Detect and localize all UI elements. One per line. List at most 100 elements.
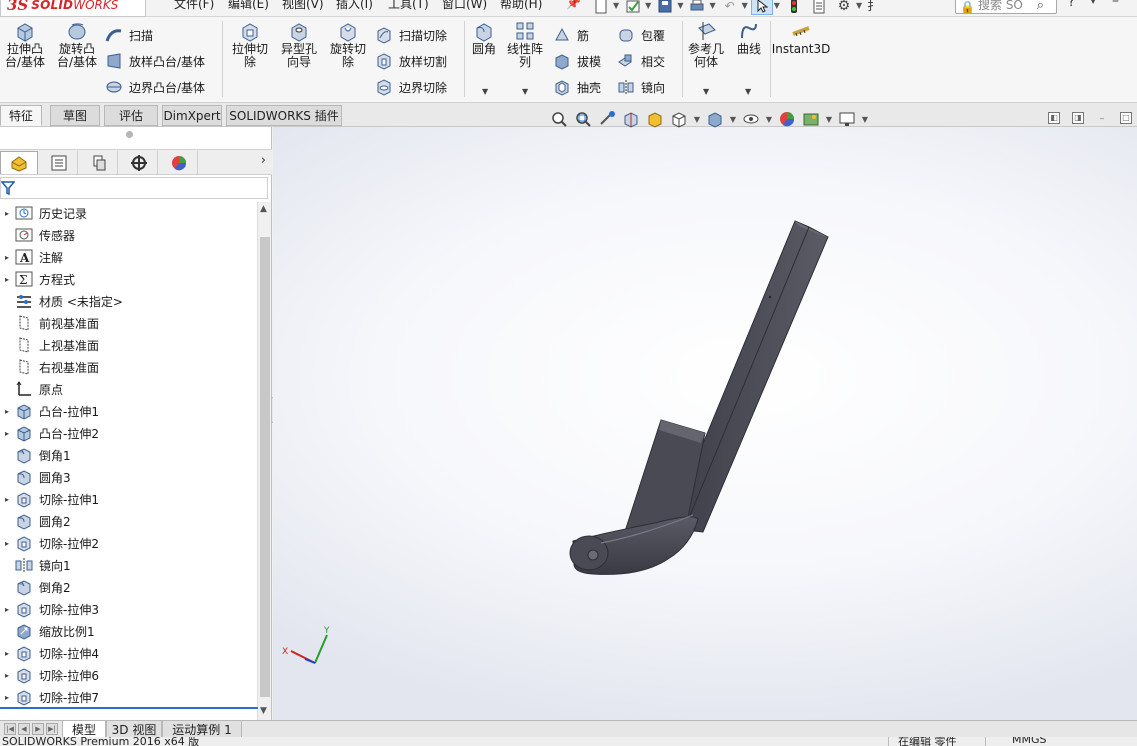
feature-tree-item[interactable]: 倒角2 bbox=[0, 576, 258, 598]
expand-arrow-icon[interactable]: ▸ bbox=[0, 495, 14, 504]
extrude-cut-button[interactable]: 拉伸切除 bbox=[228, 20, 272, 69]
revolve-cut-button[interactable]: 旋转切除 bbox=[326, 20, 370, 69]
save-icon[interactable] bbox=[654, 0, 676, 15]
scroll-up-icon[interactable]: ▲ bbox=[260, 204, 267, 214]
tab-evaluate[interactable]: 评估 bbox=[104, 105, 158, 126]
new-document-icon[interactable] bbox=[590, 0, 612, 15]
help-button[interactable]: ? bbox=[1068, 0, 1075, 10]
tile-pane-icon[interactable]: ◨ bbox=[1072, 112, 1084, 124]
wrap-button[interactable]: 包覆 bbox=[616, 25, 665, 45]
previous-tab-icon[interactable]: ◀ bbox=[18, 723, 30, 735]
menu-help[interactable]: 帮助(H) bbox=[500, 0, 542, 12]
menu-edit[interactable]: 编辑(E) bbox=[228, 0, 269, 12]
scroll-down-icon[interactable]: ▼ bbox=[260, 706, 267, 716]
minimize-pane-icon[interactable]: _ bbox=[1096, 111, 1108, 124]
boundary-cut-button[interactable]: 边界切除 bbox=[374, 77, 447, 97]
boundary-boss-button[interactable]: 边界凸台/基体 bbox=[104, 77, 205, 97]
chevron-down-icon[interactable]: ▼ bbox=[677, 1, 683, 10]
feature-tree-item[interactable]: ▸ 切除-拉伸3 bbox=[0, 598, 258, 620]
chevron-down-icon[interactable]: ▼ bbox=[764, 115, 774, 124]
rebuild-icon[interactable] bbox=[783, 0, 805, 15]
feature-tree-item[interactable]: 右视基准面 bbox=[0, 356, 258, 378]
expand-arrow-icon[interactable]: ▸ bbox=[0, 649, 14, 658]
feature-tree-scrollbar[interactable]: ▲ ▼ bbox=[257, 202, 271, 720]
curves-button[interactable]: 曲线 bbox=[732, 20, 766, 56]
tab-sketch[interactable]: 草图 bbox=[50, 105, 100, 126]
feature-manager-tab-icon[interactable] bbox=[0, 151, 38, 174]
previous-view-icon[interactable] bbox=[596, 109, 618, 129]
tab-model[interactable]: 模型 bbox=[62, 721, 106, 738]
swept-cut-button[interactable]: 扫描切除 bbox=[374, 25, 447, 45]
feature-tree-filter[interactable] bbox=[0, 177, 268, 199]
loft-boss-button[interactable]: 放样凸台/基体 bbox=[104, 51, 205, 71]
feature-tree-item[interactable]: ▸ Σ 方程式 bbox=[0, 268, 258, 290]
next-tab-icon[interactable]: ▶ bbox=[32, 723, 44, 735]
revolve-boss-button[interactable]: 旋转凸台/基体 bbox=[53, 20, 101, 69]
select-pointer-icon[interactable] bbox=[750, 0, 773, 15]
tab-solidworks-addins[interactable]: SOLIDWORKS 插件 bbox=[226, 105, 342, 126]
file-properties-icon[interactable] bbox=[808, 0, 830, 15]
dynamic-annotation-icon[interactable] bbox=[644, 109, 666, 129]
expand-arrow-icon[interactable]: ▸ bbox=[0, 693, 14, 702]
view-orientation-icon[interactable] bbox=[668, 109, 690, 129]
expand-arrow-icon[interactable]: ▸ bbox=[0, 429, 14, 438]
panel-grip-handle[interactable] bbox=[126, 131, 133, 138]
expand-arrow-icon[interactable]: ▸ bbox=[0, 253, 14, 262]
chevron-down-icon[interactable]: ▼ bbox=[745, 87, 751, 96]
view-settings-icon[interactable] bbox=[836, 109, 858, 129]
chevron-down-icon[interactable]: ▼ bbox=[1090, 0, 1096, 5]
graphics-area[interactable]: Y X bbox=[273, 127, 1137, 721]
menu-view[interactable]: 视图(V) bbox=[282, 0, 324, 12]
chevron-down-icon[interactable]: ▼ bbox=[709, 1, 715, 10]
display-manager-tab-icon[interactable] bbox=[160, 151, 198, 174]
chevron-down-icon[interactable]: ▼ bbox=[742, 1, 748, 10]
expand-arrow-icon[interactable]: ▸ bbox=[0, 407, 14, 416]
dimxpert-manager-tab-icon[interactable] bbox=[120, 151, 158, 174]
feature-tree-item[interactable]: 镜向1 bbox=[0, 554, 258, 576]
chevron-down-icon[interactable]: ▼ bbox=[860, 115, 870, 124]
rib-button[interactable]: 筋 bbox=[552, 25, 589, 45]
feature-tree-item[interactable]: ▸ 切除-拉伸2 bbox=[0, 532, 258, 554]
print-icon[interactable] bbox=[686, 0, 708, 15]
hole-wizard-button[interactable]: 异型孔向导 bbox=[277, 20, 321, 69]
pin-icon[interactable]: 📌 bbox=[566, 0, 581, 10]
menu-window[interactable]: 窗口(W) bbox=[442, 0, 487, 12]
scrollbar-thumb[interactable] bbox=[260, 237, 270, 697]
instant3d-button[interactable]: Instant3D bbox=[772, 20, 830, 56]
property-manager-tab-icon[interactable] bbox=[40, 151, 78, 174]
search-input[interactable]: 🔒 搜索 SO ⌕ bbox=[955, 0, 1057, 14]
chevron-right-icon[interactable]: › bbox=[261, 153, 266, 168]
minimize-icon[interactable]: – bbox=[1112, 0, 1119, 9]
linear-pattern-button[interactable]: 线性阵列 bbox=[504, 20, 546, 69]
menu-tools[interactable]: 工具(T) bbox=[388, 0, 429, 12]
open-document-icon[interactable] bbox=[622, 0, 644, 15]
chevron-down-icon[interactable]: ▼ bbox=[482, 87, 488, 96]
chevron-down-icon[interactable]: ▼ bbox=[692, 115, 702, 124]
options-gear-icon[interactable]: ⚙ bbox=[833, 0, 855, 15]
feature-tree-item[interactable]: 圆角2 bbox=[0, 510, 258, 532]
undo-icon[interactable]: ↶ bbox=[719, 0, 741, 15]
part-model[interactable] bbox=[569, 220, 829, 575]
reference-geometry-button[interactable]: 参考几何体 bbox=[686, 20, 726, 69]
feature-tree-item[interactable]: 传感器 bbox=[0, 224, 258, 246]
tab-dimxpert[interactable]: DimXpert bbox=[162, 105, 222, 126]
feature-tree-item[interactable]: 材质 <未指定> bbox=[0, 290, 258, 312]
last-tab-icon[interactable]: ▶| bbox=[46, 723, 58, 735]
expand-arrow-icon[interactable]: ▸ bbox=[0, 209, 14, 218]
chevron-down-icon[interactable]: ▼ bbox=[645, 1, 651, 10]
status-units[interactable]: MMGS bbox=[1012, 737, 1047, 746]
feature-tree-item[interactable]: ▸ 切除-拉伸1 bbox=[0, 488, 258, 510]
chevron-down-icon[interactable]: ▼ bbox=[522, 87, 528, 96]
zoom-to-area-icon[interactable] bbox=[572, 109, 594, 129]
section-view-icon[interactable] bbox=[620, 109, 642, 129]
chevron-down-icon[interactable]: ▼ bbox=[856, 1, 862, 10]
extrude-boss-button[interactable]: 拉伸凸台/基体 bbox=[2, 20, 48, 69]
sweep-button[interactable]: 扫描 bbox=[104, 25, 153, 45]
expand-arrow-icon[interactable]: ▸ bbox=[0, 275, 14, 284]
configuration-manager-tab-icon[interactable] bbox=[80, 151, 118, 174]
feature-tree-item[interactable]: ▸ 凸台-拉伸1 bbox=[0, 400, 258, 422]
chevron-down-icon[interactable]: ▼ bbox=[774, 1, 780, 10]
chevron-down-icon[interactable]: ▼ bbox=[613, 1, 619, 10]
feature-tree-item[interactable]: 缩放比例1 bbox=[0, 620, 258, 642]
chevron-down-icon[interactable]: ▼ bbox=[824, 115, 834, 124]
